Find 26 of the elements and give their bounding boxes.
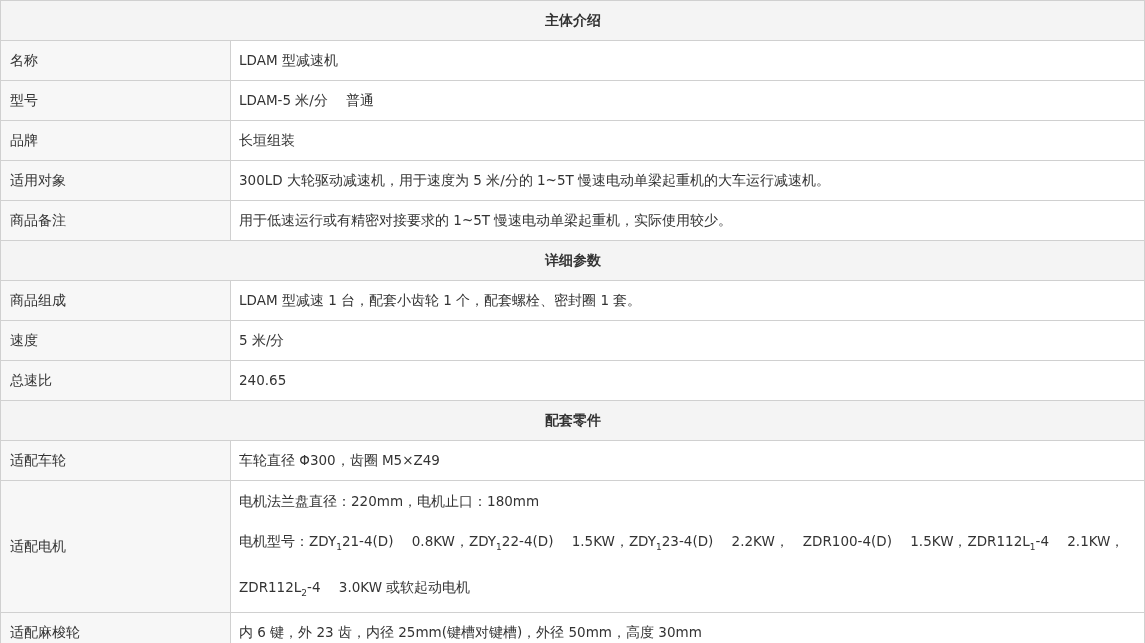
row-value: LDAM 型减速 1 台，配套小齿轮 1 个，配套螺栓、密封圈 1 套。: [239, 291, 643, 310]
row-label: 品牌: [10, 131, 38, 150]
row-value: 车轮直径 Φ300，齿圈 M5×Z49: [239, 451, 441, 470]
row-label: 适用对象: [10, 171, 66, 190]
row-label: 适配车轮: [10, 451, 66, 470]
row-label: 名称: [10, 51, 38, 70]
row-label: 适配电机: [10, 537, 66, 556]
row-value: 240.65: [239, 371, 288, 390]
row-label: 速度: [10, 331, 38, 350]
section-title: 详细参数: [544, 251, 601, 270]
row-value: 内 6 键，外 23 齿，内径 25mm(键槽对键槽)，外径 50mm，高度 30mm: [239, 623, 703, 643]
section-title: 主体介绍: [544, 11, 601, 30]
row-value: LDAM 型减速机: [239, 51, 339, 70]
row-value: LDAM-5 米/分 普通: [239, 91, 376, 110]
row-label: 型号: [10, 91, 38, 110]
row-label: 适配麻梭轮: [10, 623, 80, 642]
row-label: 总速比: [10, 371, 52, 390]
row-label: 商品组成: [10, 291, 66, 310]
section-title: 配套零件: [544, 411, 601, 430]
row-label: 商品备注: [10, 211, 66, 230]
row-value: 长垣组装: [239, 131, 296, 150]
row-value: 电机法兰盘直径：220mm，电机止口：180mm: [239, 492, 541, 511]
row-value: 用于低速运行或有精密对接要求的 1~5T 慢速电动单梁起重机，实际使用较少。: [239, 211, 734, 230]
row-value: 电机型号：ZDY$_{1}$21-4(D) 0.8KW，ZDY$_{1}$22-4(D) 1.5KW，ZDY$_{1}$23-4(D) 2.2KW， ZDR100-4(D) 1.5KW，ZDR112L$_{1}$-4 2.1KW，ZDR112L$_{2}$-4 3.0KW 或软起动电机: [239, 532, 1126, 600]
row-value: 5 米/分: [239, 331, 286, 350]
row-value: 300LD 大轮驱动减速机，用于速度为 5 米/分的 1~5T 慢速电动单梁起重机的大车运行减速机。: [239, 171, 831, 190]
